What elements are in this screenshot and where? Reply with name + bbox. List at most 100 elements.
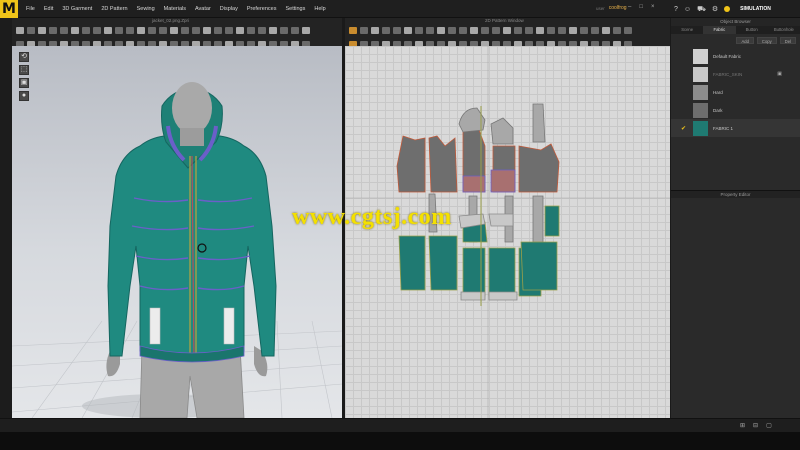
tool-icon[interactable] [580, 26, 588, 34]
tool-icon[interactable] [415, 26, 423, 34]
tool-icon[interactable] [126, 26, 134, 34]
tool-icon[interactable] [192, 26, 200, 34]
tab-button[interactable]: Button [736, 26, 768, 34]
tool-icon[interactable] [437, 26, 445, 34]
tool-icon[interactable] [280, 26, 288, 34]
tool-icon[interactable] [60, 26, 68, 34]
tool-icon[interactable] [225, 26, 233, 34]
tab-buttonhole[interactable]: Buttonhole [768, 26, 800, 34]
tool-icon[interactable] [514, 26, 522, 34]
tool-icon[interactable] [93, 26, 101, 34]
settings-icon[interactable]: ⚙ [712, 5, 718, 13]
right-pocket[interactable] [223, 307, 235, 345]
menu-materials[interactable]: Materials [164, 6, 186, 12]
tool-icon[interactable] [371, 26, 379, 34]
menu-sewing[interactable]: Sewing [137, 6, 155, 12]
tool-icon[interactable] [426, 26, 434, 34]
tool-icon[interactable] [71, 26, 79, 34]
tool-icon[interactable] [236, 26, 244, 34]
tool-icon[interactable] [49, 26, 57, 34]
menu-preferences[interactable]: Preferences [247, 6, 277, 12]
tool-icon[interactable] [525, 26, 533, 34]
tool-icon[interactable] [393, 26, 401, 34]
menu-file[interactable]: File [26, 6, 35, 12]
tool-icon[interactable] [137, 26, 145, 34]
menu-help[interactable]: Help [314, 6, 325, 12]
camera-front-icon[interactable]: ⬚ [19, 65, 29, 75]
tool-icon[interactable] [247, 26, 255, 34]
tool-icon[interactable] [181, 26, 189, 34]
camera-side-icon[interactable]: ▣ [19, 78, 29, 88]
help-icon[interactable]: ? [674, 6, 678, 13]
tool-icon[interactable] [536, 26, 544, 34]
copy-fabric-button[interactable]: Copy [756, 37, 777, 44]
tool-icon[interactable] [591, 26, 599, 34]
tool-icon[interactable] [404, 26, 412, 34]
tool-icon[interactable] [302, 26, 310, 34]
window-icon[interactable]: ▢ [766, 422, 772, 429]
layout-icon[interactable]: ⊞ [740, 422, 745, 429]
move-tool-icon[interactable] [27, 26, 35, 34]
tool-icon[interactable] [448, 26, 456, 34]
tool-icon[interactable] [269, 26, 277, 34]
tool-icon[interactable] [148, 26, 156, 34]
fabric-item[interactable]: Default Fabric [671, 47, 800, 65]
tool-icon[interactable] [115, 26, 123, 34]
left-pocket[interactable] [149, 307, 161, 345]
simulation-label[interactable]: SIMULATION [740, 6, 771, 12]
tool-icon[interactable] [170, 26, 178, 34]
tool-icon[interactable] [104, 26, 112, 34]
tool-icon[interactable] [503, 26, 511, 34]
select-tool-icon[interactable] [349, 26, 357, 34]
menu-display[interactable]: Display [220, 6, 238, 12]
tool-icon[interactable] [558, 26, 566, 34]
cart-icon[interactable]: ⛟ [697, 5, 706, 14]
tool-icon[interactable] [569, 26, 577, 34]
trash-icon[interactable]: ▣ [777, 71, 782, 77]
fabric-item[interactable]: Hard [671, 83, 800, 101]
pattern-canvas[interactable] [345, 46, 670, 418]
menu-edit[interactable]: Edit [44, 6, 53, 12]
menu-settings[interactable]: Settings [285, 6, 305, 12]
fabric-item-selected[interactable]: ✔ FABRIC 1 [671, 119, 800, 137]
tool-icon[interactable] [214, 26, 222, 34]
simulation-icon[interactable] [724, 6, 731, 12]
menu-2d-pattern[interactable]: 2D Pattern [101, 6, 127, 12]
tab-fabric[interactable]: Fabric [703, 26, 736, 34]
select-tool-icon[interactable] [16, 26, 24, 34]
camera-reset-icon[interactable]: ⟲ [19, 52, 29, 62]
tool-icon[interactable] [613, 26, 621, 34]
2d-pattern-window[interactable] [345, 46, 670, 418]
close-icon[interactable]: × [651, 4, 655, 10]
tool-icon[interactable] [82, 26, 90, 34]
tab-scene[interactable]: Scene [671, 26, 703, 34]
tool-icon[interactable] [382, 26, 390, 34]
maximize-icon[interactable]: □ [639, 4, 643, 10]
fabric-item[interactable]: Dark [671, 101, 800, 119]
tool-icon[interactable] [547, 26, 555, 34]
delete-fabric-button[interactable]: Del [779, 37, 796, 44]
tool-icon[interactable] [360, 26, 368, 34]
avatar-scene[interactable] [12, 46, 342, 418]
tool-icon[interactable] [159, 26, 167, 34]
tool-icon[interactable] [624, 26, 632, 34]
tool-icon[interactable] [258, 26, 266, 34]
tool-icon[interactable] [203, 26, 211, 34]
add-fabric-button[interactable]: Add [736, 37, 754, 44]
tool-icon[interactable] [291, 26, 299, 34]
menu-3d-garment[interactable]: 3D Garment [62, 6, 92, 12]
user-icon[interactable]: ☺ [684, 6, 691, 13]
transform-icon[interactable] [38, 26, 46, 34]
grid-icon[interactable]: ⊟ [753, 422, 758, 429]
tool-icon[interactable] [602, 26, 610, 34]
3d-garment-window[interactable]: ⟲ ⬚ ▣ ● [12, 46, 342, 418]
menu-avatar[interactable]: Avatar [195, 6, 211, 12]
tool-icon[interactable] [481, 26, 489, 34]
minimize-icon[interactable]: – [628, 4, 631, 10]
tool-icon[interactable] [459, 26, 467, 34]
fabric-item[interactable]: FABRIC_SKIN ▣ [671, 65, 800, 83]
light-icon[interactable]: ● [19, 91, 29, 101]
tool-icon[interactable] [492, 26, 500, 34]
tool-icon[interactable] [470, 26, 478, 34]
user-info[interactable]: user coolfrog [596, 5, 627, 11]
